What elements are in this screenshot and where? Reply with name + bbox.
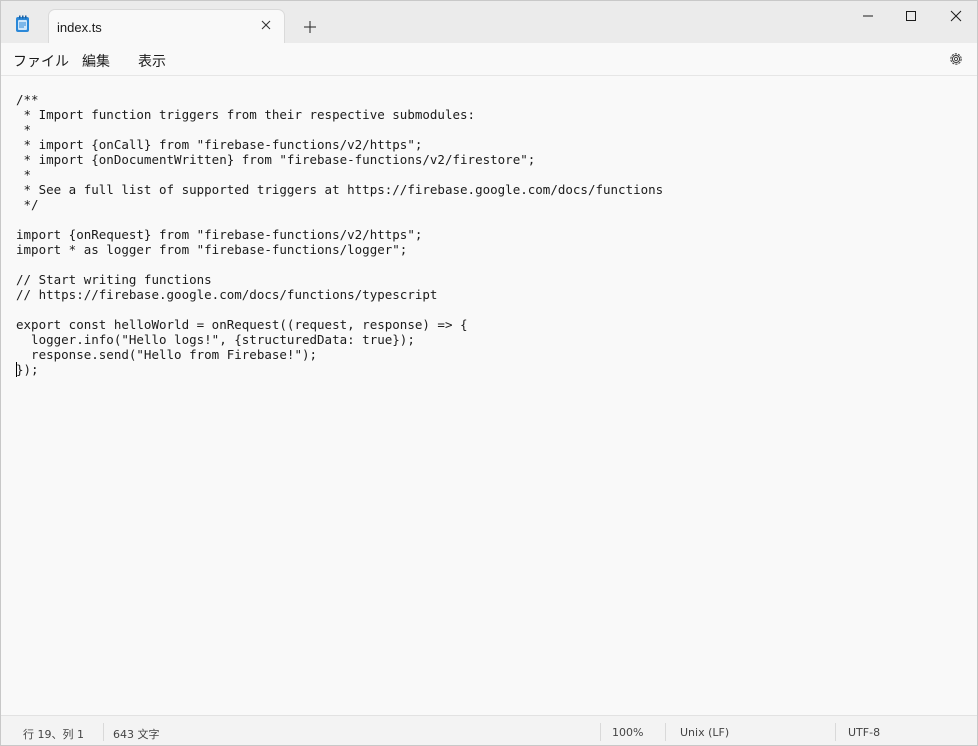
code-line[interactable] <box>16 302 663 317</box>
title-bar: index.ts <box>1 1 977 43</box>
tab-index-ts[interactable]: index.ts <box>48 9 285 43</box>
code-text[interactable]: /** * Import function triggers from thei… <box>16 92 663 377</box>
code-line[interactable]: * See a full list of supported triggers … <box>16 182 664 197</box>
status-divider <box>835 723 836 741</box>
close-icon <box>950 10 962 22</box>
code-line[interactable] <box>16 257 663 272</box>
code-line[interactable] <box>16 212 663 227</box>
code-line[interactable]: export const helloWorld = onRequest((req… <box>16 317 663 332</box>
window-close-button[interactable] <box>933 1 977 31</box>
text-caret <box>16 362 17 377</box>
menu-view[interactable]: 表示 <box>138 51 166 71</box>
menu-bar: ファイル 編集 表示 <box>1 43 977 76</box>
zoom-level[interactable]: 100% <box>612 726 643 739</box>
code-line[interactable]: import {onRequest} from "firebase-functi… <box>16 227 663 242</box>
status-divider <box>103 723 104 741</box>
notepad-window: index.ts ファイル 編集 表示 /** * Import functio… <box>0 0 978 746</box>
code-line[interactable]: * import {onCall} from "firebase-functio… <box>16 137 663 152</box>
code-line[interactable]: logger.info("Hello logs!", {structuredDa… <box>16 332 663 347</box>
tab-title: index.ts <box>57 20 102 35</box>
status-divider <box>600 723 601 741</box>
code-line[interactable]: * import {onDocumentWritten} from "fireb… <box>16 152 663 167</box>
plus-icon[interactable] <box>301 18 319 36</box>
character-count: 643 文字 <box>113 728 160 741</box>
close-icon[interactable] <box>258 17 274 33</box>
code-line[interactable]: /** <box>16 92 663 107</box>
minimize-button[interactable] <box>845 1 891 31</box>
menu-edit[interactable]: 編集 <box>82 51 110 71</box>
code-line[interactable]: }); <box>16 362 663 377</box>
cursor-position: 行 19、列 1 <box>23 728 84 741</box>
code-line[interactable]: * Import function triggers from their re… <box>16 107 663 122</box>
maximize-icon <box>906 11 916 21</box>
encoding[interactable]: UTF-8 <box>848 726 880 739</box>
code-line[interactable]: * <box>16 122 663 137</box>
line-ending[interactable]: Unix (LF) <box>680 726 729 739</box>
gear-icon[interactable] <box>947 50 965 68</box>
menu-file[interactable]: ファイル <box>13 51 69 71</box>
code-line[interactable]: * <box>16 167 663 182</box>
code-line[interactable]: // https://firebase.google.com/docs/func… <box>16 287 663 302</box>
status-bar: 行 19、列 1 643 文字 100% Unix (LF) UTF-8 <box>1 715 977 745</box>
code-line[interactable]: import * as logger from "firebase-functi… <box>16 242 663 257</box>
minimize-icon <box>863 15 873 17</box>
code-line[interactable]: */ <box>16 197 663 212</box>
text-editor[interactable]: /** * Import function triggers from thei… <box>1 76 977 715</box>
status-divider <box>665 723 666 741</box>
code-line[interactable]: response.send("Hello from Firebase!"); <box>16 347 663 362</box>
code-line[interactable]: // Start writing functions <box>16 272 663 287</box>
maximize-button[interactable] <box>888 1 934 31</box>
notepad-icon <box>13 14 33 34</box>
